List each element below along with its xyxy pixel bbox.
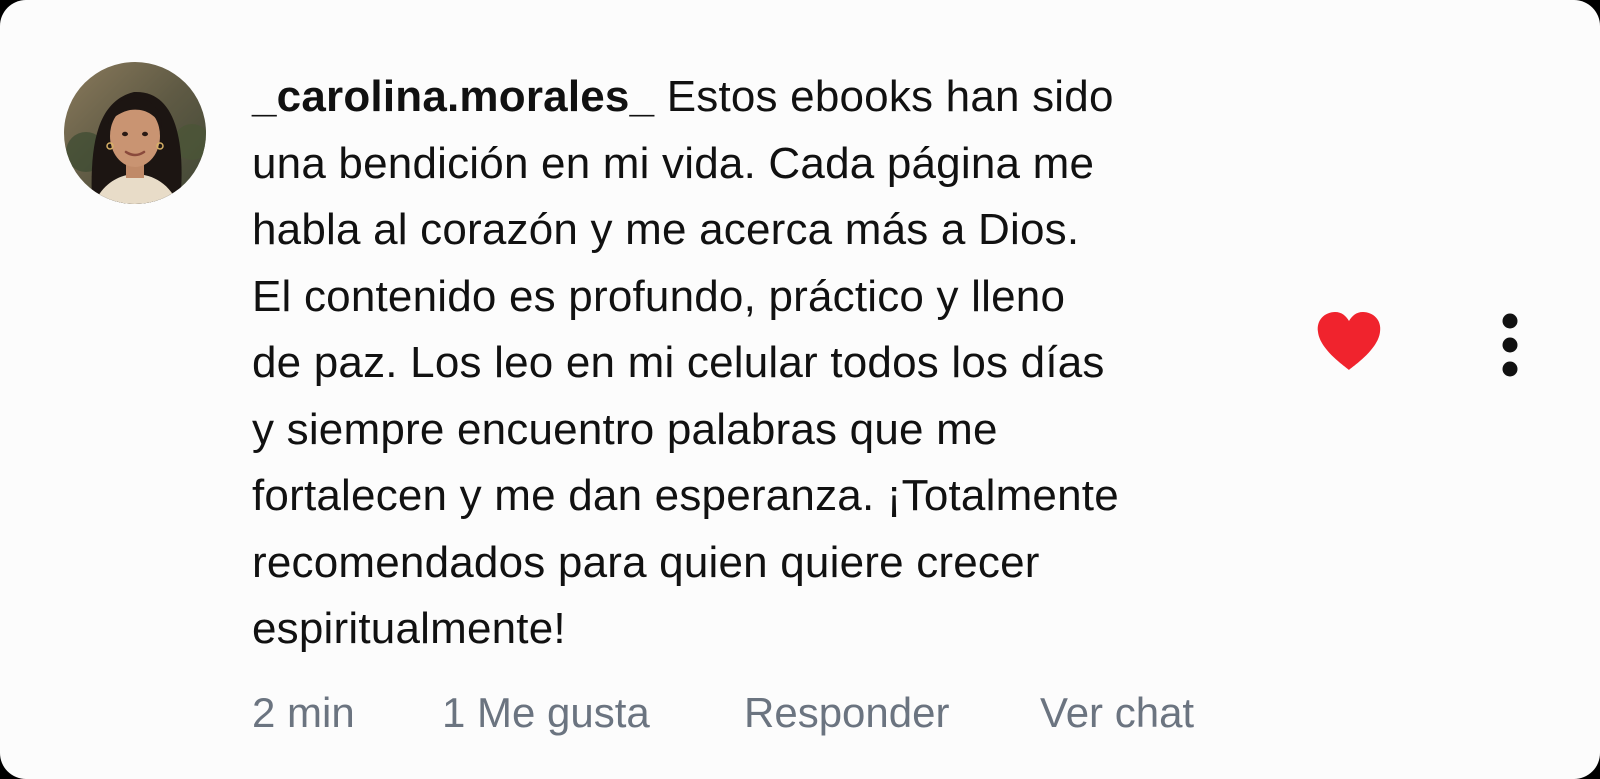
likes-count-link[interactable]: 1 Me gusta xyxy=(442,688,650,738)
more-vertical-icon[interactable] xyxy=(1490,312,1530,378)
avatar[interactable] xyxy=(64,62,206,204)
comment-line: _carolina.morales_ Estos ebooks han sido xyxy=(252,64,1202,131)
comment-line-text: Estos ebooks han sido xyxy=(654,72,1114,121)
comment-line: recomendados para quien quiere crecer xyxy=(252,537,1040,587)
comment-line: fortalecen y me dan esperanza. ¡Totalmen… xyxy=(252,471,1119,520)
comment-text: _carolina.morales_ Estos ebooks han sido… xyxy=(252,64,1202,663)
avatar-photo xyxy=(64,62,206,204)
comment-line: de paz. Los leo en mi celular todos los … xyxy=(252,338,1105,387)
heart-icon[interactable] xyxy=(1316,312,1382,372)
comment-line: una bendición en mi vida. Cada página me xyxy=(252,138,1095,188)
reply-button[interactable]: Responder xyxy=(744,688,949,738)
comment-line: El contenido es profundo, práctico y lle… xyxy=(252,271,1066,321)
comment-line: y siempre encuentro palabras que me xyxy=(252,404,998,454)
comment-card: _carolina.morales_ Estos ebooks han sido… xyxy=(0,0,1600,779)
username-link[interactable]: _carolina.morales_ xyxy=(252,72,654,121)
comment-line: espiritualmente! xyxy=(252,604,566,653)
view-chat-button[interactable]: Ver chat xyxy=(1040,688,1194,738)
timestamp: 2 min xyxy=(252,689,355,736)
comment-line: habla al corazón y me acerca más a Dios. xyxy=(252,205,1080,254)
